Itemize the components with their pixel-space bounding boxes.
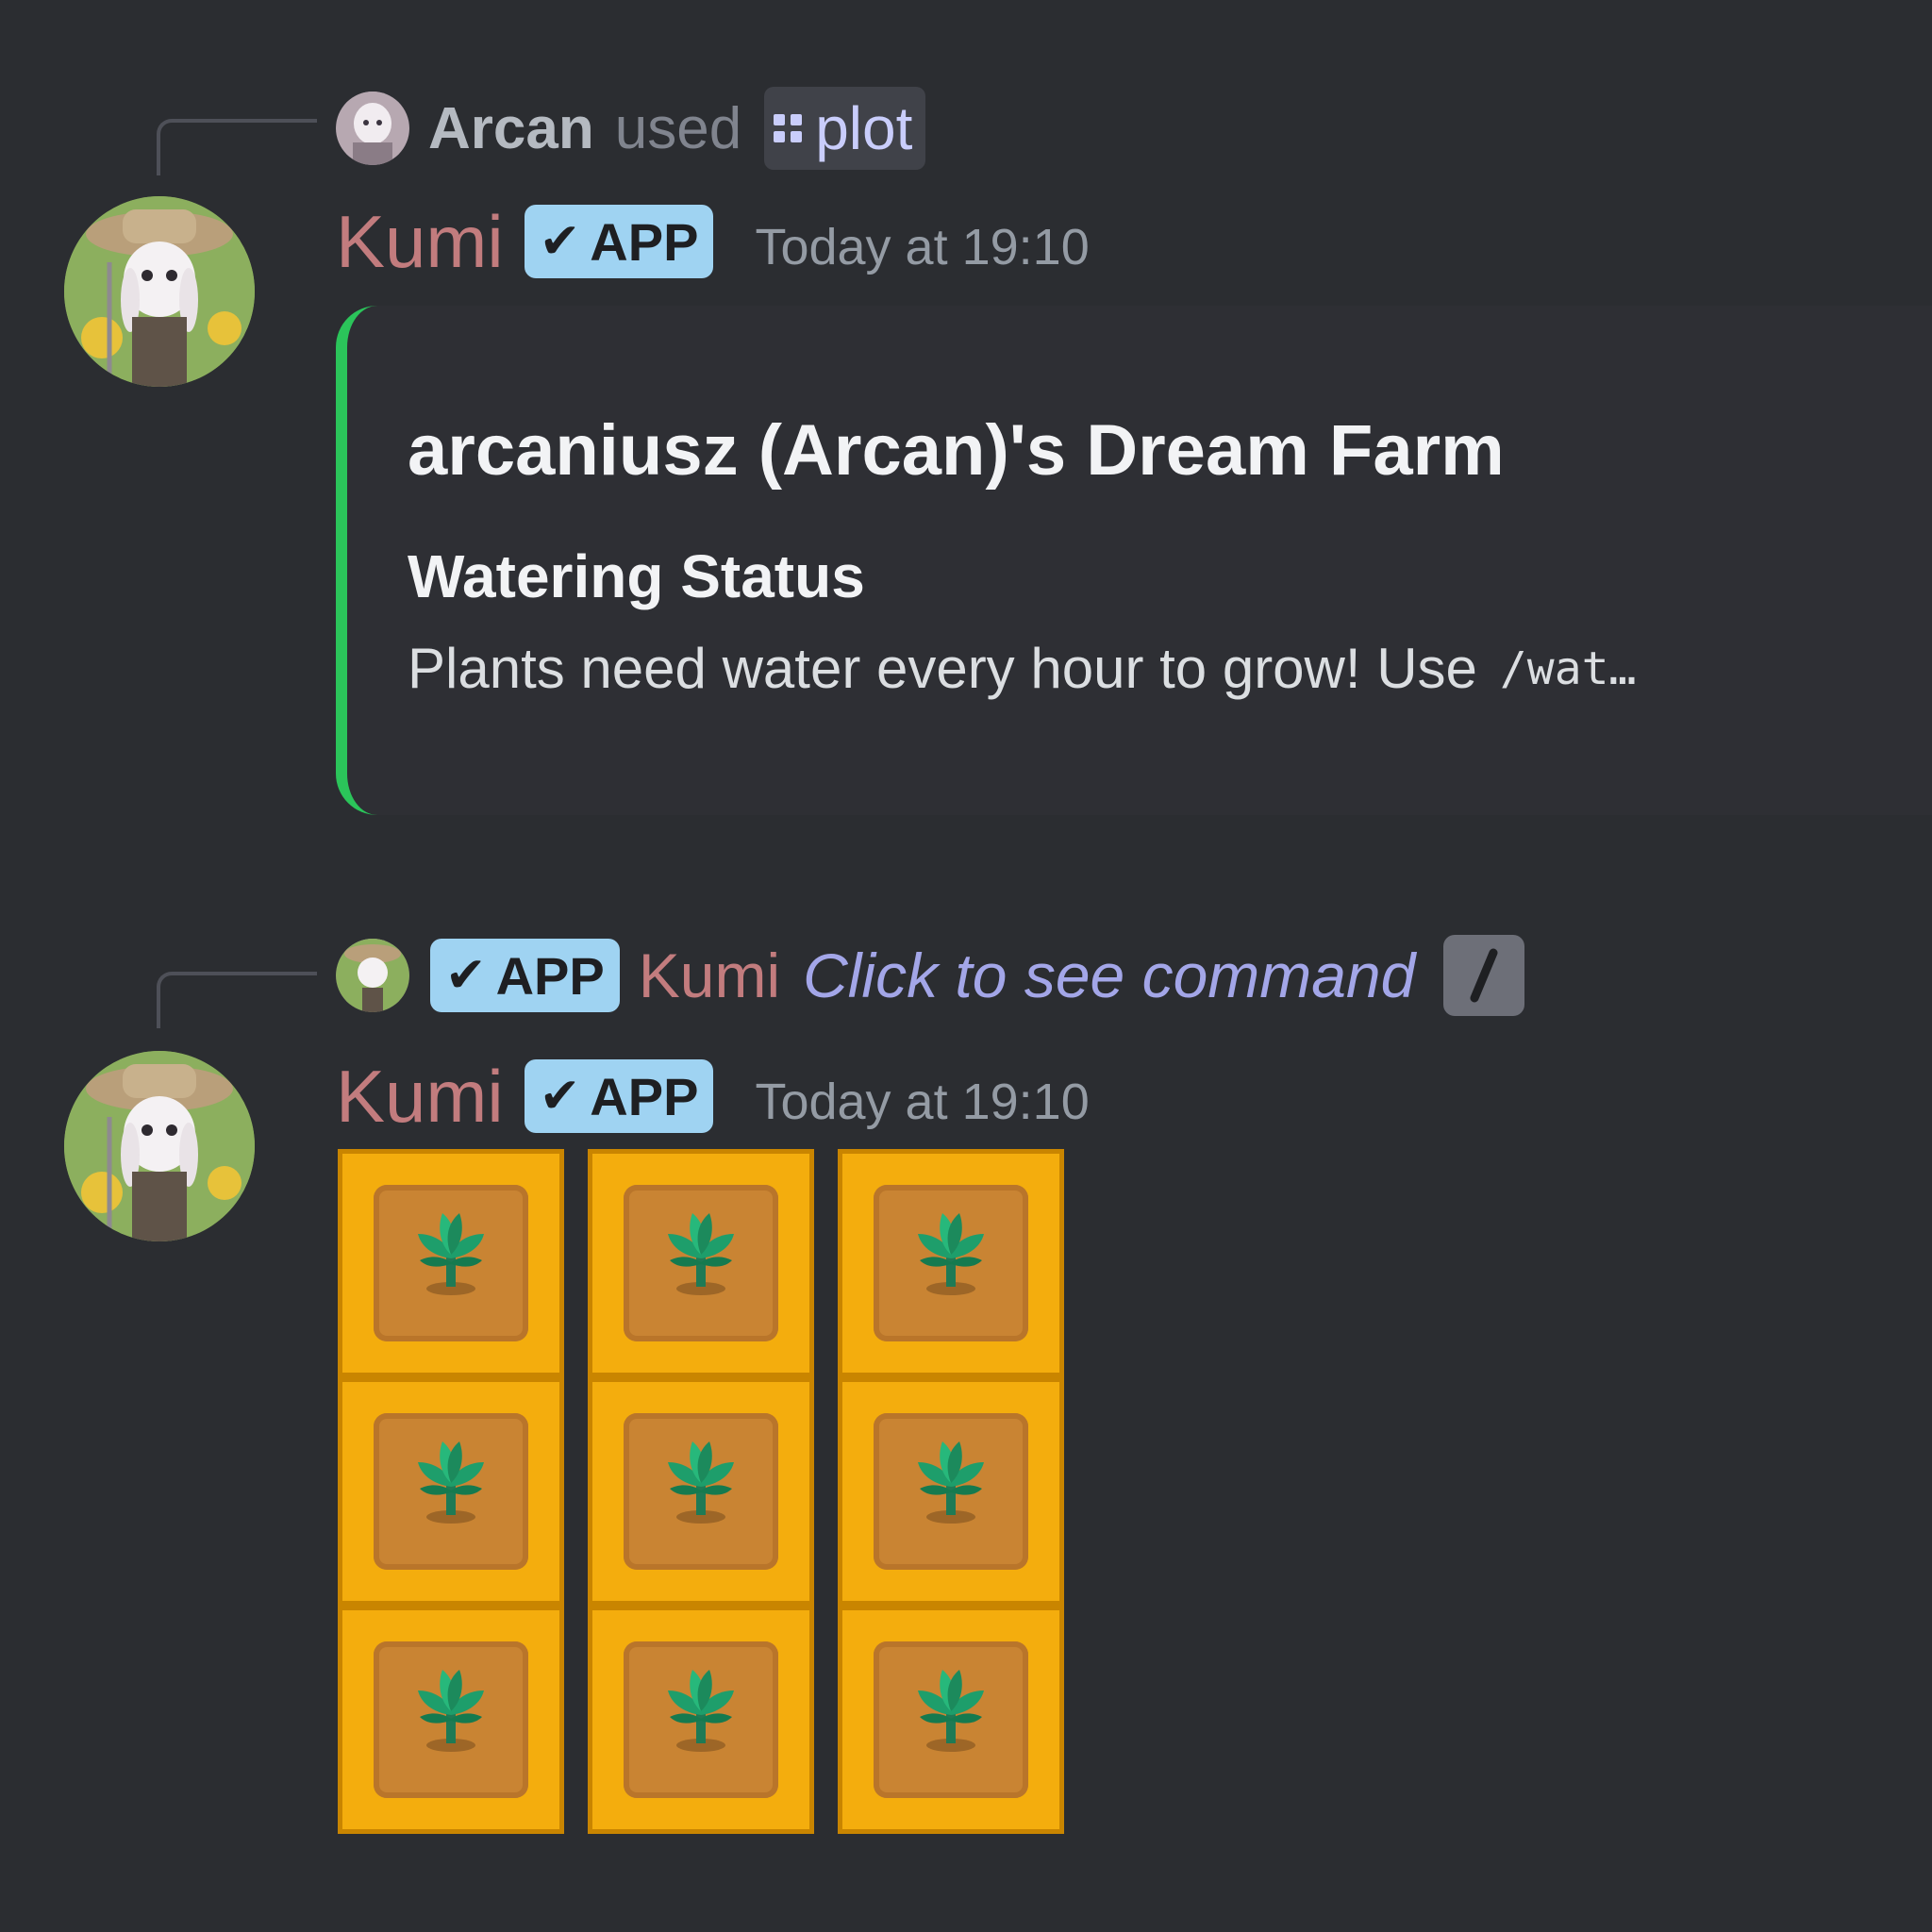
verified-check-icon: ✔ [539,1069,581,1124]
bot-avatar-mini[interactable] [336,939,409,1012]
message-header: Kumi ✔ APP Today at 19:10 [336,196,1090,287]
sprout-icon [399,1658,503,1762]
sprout-icon [899,1202,1003,1306]
reply-connector [157,972,317,1028]
embed-field-name: Watering Status [408,542,865,610]
plot-tile[interactable] [338,1606,564,1834]
command-name: plot [815,94,913,162]
slash-command-icon[interactable] [1443,935,1525,1016]
author-avatar[interactable] [64,1051,255,1241]
message-header: Kumi ✔ APP Today at 19:10 [336,1051,1090,1141]
verified-check-icon: ✔ [445,948,487,1003]
app-badge-label: APP [590,1066,699,1126]
plot-tile[interactable] [338,1149,564,1377]
farm-plot-grid[interactable] [338,1149,1064,1834]
soil-patch [874,1413,1028,1570]
soil-patch [374,1413,528,1570]
plot-tile[interactable] [838,1606,1064,1834]
sprout-icon [399,1430,503,1534]
app-badge: ✔ APP [524,205,714,278]
plot-tile[interactable] [838,1149,1064,1377]
embed-title: arcaniusz (Arcan)'s Dream Farm [408,410,1505,491]
author-name[interactable]: Kumi [336,1054,504,1140]
soil-patch [624,1641,778,1798]
author-name[interactable]: Kumi [336,199,504,285]
soil-patch [374,1641,528,1798]
plot-tile[interactable] [588,1377,814,1606]
author-avatar[interactable] [64,196,255,387]
soil-patch [374,1185,528,1341]
message-timestamp[interactable]: Today at 19:10 [755,1073,1089,1131]
sprout-icon [649,1658,753,1762]
slash-command-pill[interactable]: plot [764,87,926,170]
sprout-icon [649,1430,753,1534]
soil-patch [624,1413,778,1570]
click-to-see-command-link[interactable]: Click to see command [803,940,1415,1011]
plot-tile[interactable] [588,1606,814,1834]
interaction-reply-header[interactable]: ✔ APP Kumi Click to see command [336,928,1525,1023]
command-reply-header[interactable]: Arcan used plot [336,81,926,175]
sprout-icon [899,1658,1003,1762]
reply-verb: used [614,95,742,161]
sprout-icon [649,1202,753,1306]
inline-command-code: /wat… [1499,641,1637,695]
reply-connector [157,119,317,175]
verified-check-icon: ✔ [539,214,581,269]
command-icon [774,114,803,142]
embed-field-value: Plants need water every hour to grow! Us… [408,636,1636,701]
plot-tile[interactable] [588,1149,814,1377]
soil-patch [624,1185,778,1341]
plot-tile[interactable] [838,1377,1064,1606]
user-avatar-mini[interactable] [336,92,409,165]
embed-field-text: Plants need water every hour to grow! Us… [408,637,1477,700]
app-badge: ✔ APP [430,939,620,1012]
app-badge: ✔ APP [524,1059,714,1133]
soil-patch [874,1641,1028,1798]
sprout-icon [899,1430,1003,1534]
app-badge-label: APP [590,211,699,272]
embed-card: arcaniusz (Arcan)'s Dream Farm Watering … [336,306,1932,815]
message-timestamp[interactable]: Today at 19:10 [755,218,1089,276]
plot-tile[interactable] [338,1377,564,1606]
reply-username[interactable]: Arcan [428,95,594,162]
soil-patch [874,1185,1028,1341]
reply-username[interactable]: Kumi [639,940,780,1011]
sprout-icon [399,1202,503,1306]
app-badge-label: APP [495,945,605,1006]
